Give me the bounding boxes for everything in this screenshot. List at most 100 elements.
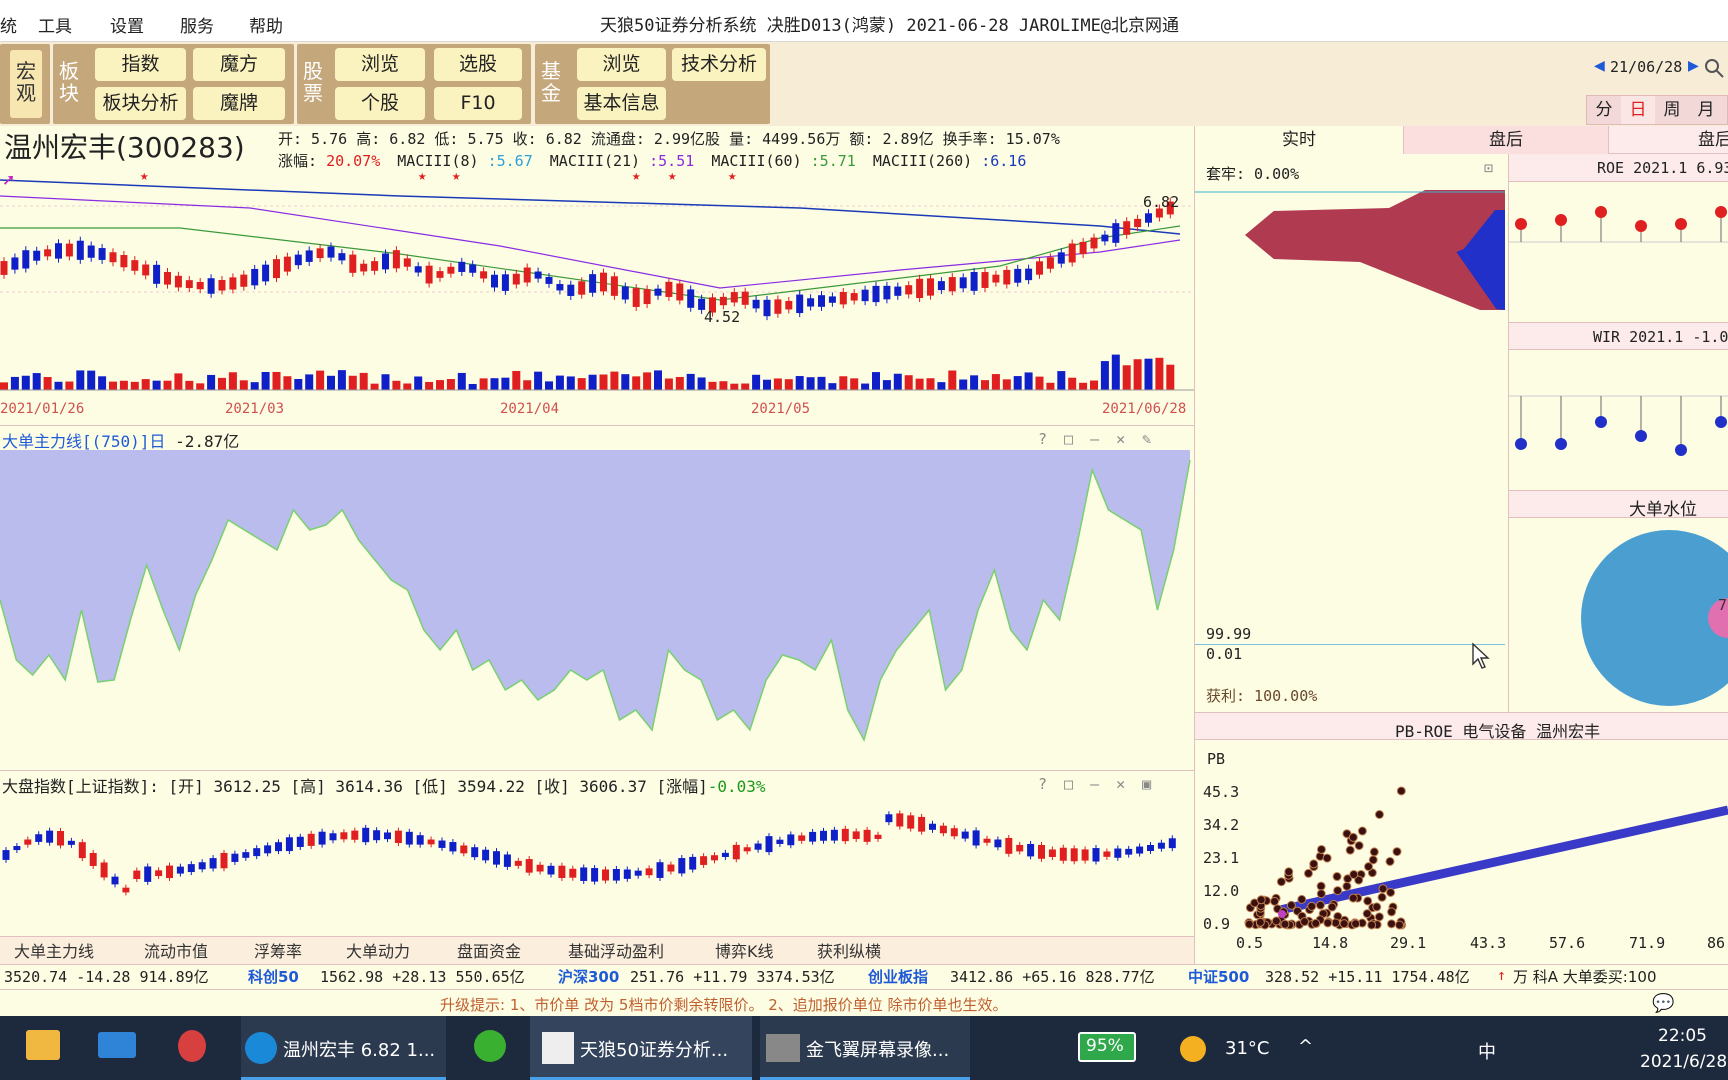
help-icon[interactable]: ? (1038, 775, 1047, 795)
scatter-point (1244, 919, 1254, 929)
menu-item-help[interactable]: 帮助 (249, 12, 283, 37)
market-candle-body (547, 865, 555, 875)
battery-indicator[interactable]: 95% (1078, 1032, 1136, 1062)
fund-browse-button[interactable]: 浏览 (577, 48, 666, 81)
tab-after-hours[interactable]: 盘后 (1403, 126, 1609, 154)
ime-indicator[interactable]: 中 (1478, 1038, 1496, 1064)
mail-icon[interactable] (98, 1032, 136, 1058)
lollipop-dot (1595, 206, 1607, 218)
tab-big-order-line[interactable]: 大单主力线 (14, 938, 94, 962)
period-month-tab[interactable]: 月 (1689, 96, 1723, 124)
ticker-hs300[interactable]: 沪深300 (558, 966, 619, 987)
taskbar-app-3[interactable]: 金飞翼屏幕录像... (760, 1016, 970, 1080)
fund-info-button[interactable]: 基本信息 (577, 87, 666, 120)
browse-button[interactable]: 浏览 (335, 48, 425, 81)
ticker-zz500[interactable]: 中证500 (1188, 966, 1249, 987)
minimize-icon[interactable]: — (1090, 775, 1099, 795)
temperature[interactable]: 31°C (1225, 1038, 1269, 1059)
volume-bar (163, 380, 172, 390)
ticker-cyb[interactable]: 创业板指 (868, 966, 928, 987)
chevron-up-icon[interactable]: ^ (1298, 1036, 1313, 1057)
wrench-icon[interactable]: ✎ (1142, 430, 1151, 450)
search-icon[interactable] (1703, 57, 1727, 79)
tab-float-value[interactable]: 流动市值 (144, 938, 208, 962)
candle-body (839, 292, 847, 305)
cube-button[interactable]: 魔方 (193, 48, 285, 81)
candle-body (164, 271, 171, 285)
expand-icon[interactable]: ⊡ (1484, 159, 1493, 177)
scatter-point (1378, 884, 1388, 894)
taskbar-app-2[interactable]: 天狼50证券分析... (530, 1016, 752, 1080)
pick-stock-button[interactable]: 选股 (434, 48, 522, 81)
menu-item-system[interactable]: 统 (0, 12, 17, 37)
water-level-pie (1581, 530, 1728, 706)
water-value: 7. (1718, 596, 1728, 614)
weather-icon[interactable] (1180, 1036, 1206, 1062)
period-minute-tab[interactable]: 分 (1587, 96, 1621, 124)
f10-button[interactable]: F10 (434, 87, 522, 120)
kline-chart[interactable]: ★ ★ ★ ★ ★ ★ (0, 168, 1194, 408)
tab-float-chip[interactable]: 浮筹率 (254, 938, 302, 962)
volume-bar (305, 374, 314, 390)
market-candle-body (24, 839, 32, 845)
file-explorer-icon[interactable] (26, 1030, 60, 1060)
candle-body (785, 300, 793, 310)
browser-icon[interactable] (474, 1030, 506, 1062)
sector-analysis-button[interactable]: 板块分析 (95, 87, 186, 120)
volume-bar (425, 381, 434, 390)
macro-label[interactable]: 宏观 (14, 60, 38, 104)
volume-bar (926, 378, 935, 390)
volume-bar (250, 382, 259, 390)
scatter-point (1311, 918, 1321, 928)
market-candle-body (438, 840, 446, 848)
volume-bar (654, 370, 662, 390)
candle-body (872, 285, 880, 303)
period-day-tab[interactable]: 日 (1621, 96, 1655, 124)
chat-icon[interactable]: 💬 (1652, 993, 1674, 1014)
menu-item-service[interactable]: 服务 (180, 12, 214, 37)
ticker-kc50[interactable]: 科创50 (248, 966, 299, 987)
candle-body (818, 295, 825, 307)
tab-base-float-profit[interactable]: 基础浮动盈利 (568, 938, 664, 962)
menu-item-tools[interactable]: 工具 (38, 12, 72, 37)
date-navigator[interactable]: 21/06/28 (1610, 58, 1682, 76)
maximize-icon[interactable]: □ (1064, 775, 1073, 795)
edge-icon (245, 1032, 277, 1064)
scatter-point (1322, 853, 1332, 863)
period-week-tab[interactable]: 周 (1655, 96, 1689, 124)
close-icon[interactable]: ✕ (1116, 775, 1125, 795)
single-stock-button[interactable]: 个股 (335, 87, 425, 120)
market-candle-body (918, 816, 926, 832)
restore-icon[interactable]: ▣ (1142, 775, 1151, 795)
tab-panel-funds[interactable]: 盘面资金 (457, 938, 521, 962)
maximize-icon[interactable]: □ (1064, 430, 1073, 450)
volume-bar (937, 382, 946, 390)
market-kline-chart[interactable] (0, 795, 1194, 935)
market-candle-body (689, 856, 697, 870)
app-icon[interactable] (178, 1030, 206, 1062)
volume-bar (664, 378, 673, 390)
minimize-icon[interactable]: — (1090, 430, 1099, 450)
volume-bar (675, 376, 684, 390)
indicator-chart[interactable] (0, 450, 1194, 770)
tab-big-order-power[interactable]: 大单动力 (346, 938, 410, 962)
prev-date-icon[interactable]: ◀ (1594, 58, 1605, 74)
clock-date[interactable]: 2021/6/28 (1640, 1052, 1727, 1072)
help-icon[interactable]: ? (1038, 430, 1047, 450)
volume-bar (1100, 361, 1109, 390)
scatter-point (1323, 918, 1333, 928)
clock-time[interactable]: 22:05 (1658, 1026, 1707, 1046)
magic-button[interactable]: 魔牌 (193, 87, 285, 120)
tab-realtime[interactable]: 实时 (1195, 126, 1403, 154)
menu-item-settings[interactable]: 设置 (110, 12, 144, 37)
volume-bar (272, 371, 281, 390)
wir-lollipop-chart (1509, 395, 1728, 456)
index-button[interactable]: 指数 (95, 48, 186, 81)
tab-after-hours-2[interactable]: 盘后 (1675, 126, 1728, 154)
tech-analysis-button[interactable]: 技术分析 (672, 48, 766, 81)
close-icon[interactable]: ✕ (1116, 430, 1125, 450)
next-date-icon[interactable]: ▶ (1688, 58, 1699, 74)
taskbar-app-1[interactable]: 温州宏丰 6.82 1... (241, 1016, 446, 1080)
tab-game-kline[interactable]: 博弈K线 (715, 938, 774, 962)
tab-profit[interactable]: 获利纵横 (817, 938, 881, 962)
